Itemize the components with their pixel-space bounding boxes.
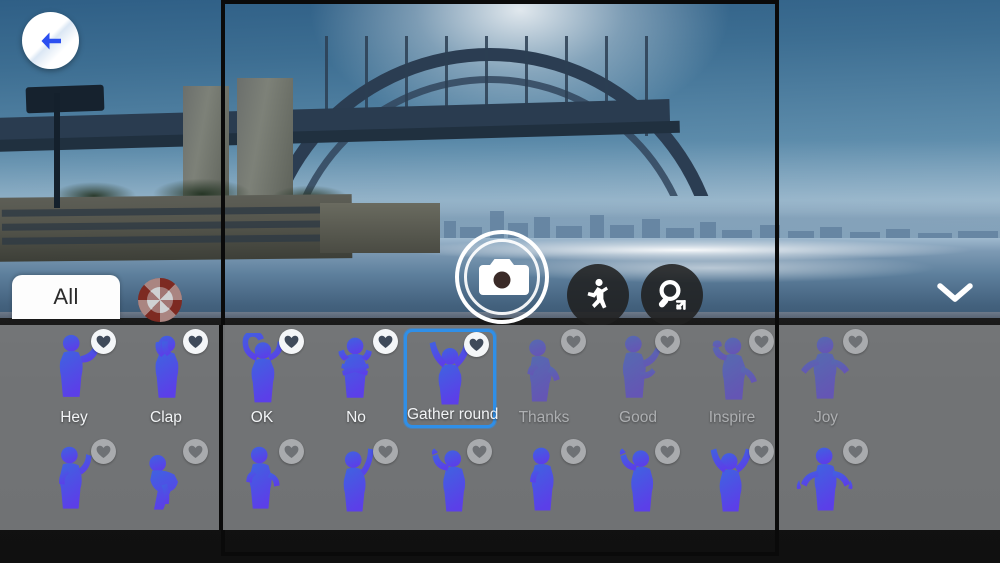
category-tabbar: All xyxy=(0,275,1000,325)
heart-icon xyxy=(378,335,393,348)
emote-item[interactable] xyxy=(592,439,684,530)
heart-icon xyxy=(472,445,487,458)
tab-all[interactable]: All xyxy=(12,275,120,319)
street-lamp-head xyxy=(25,84,105,114)
emote-item[interactable] xyxy=(686,439,778,530)
heart-icon xyxy=(660,445,675,458)
heart-icon xyxy=(284,445,299,458)
camera-viewfinder-screen: All Hey Clap OK No Gather round Thanks Good Ins… xyxy=(0,0,1000,563)
wharf-building xyxy=(0,194,353,262)
emote-item[interactable] xyxy=(498,439,590,530)
heart-icon xyxy=(96,445,111,458)
emote-label: Hey xyxy=(60,409,88,426)
favorite-heart-button[interactable] xyxy=(655,329,680,354)
emote-item-hey[interactable]: Hey xyxy=(28,329,120,428)
emote-item[interactable] xyxy=(404,439,496,530)
emote-label: Gather round xyxy=(407,406,499,423)
tab-all-label: All xyxy=(53,284,79,309)
emote-label: Joy xyxy=(813,409,839,426)
emote-item-inspire[interactable]: Inspire xyxy=(686,329,778,428)
favorite-heart-button[interactable] xyxy=(91,329,116,354)
heart-icon xyxy=(96,335,111,348)
back-button[interactable] xyxy=(22,12,79,69)
wharf-building-right xyxy=(320,203,440,253)
favorite-heart-button[interactable] xyxy=(749,329,774,354)
emote-label: Clap xyxy=(150,409,182,426)
emote-item-good[interactable]: Good xyxy=(592,329,684,428)
heart-icon xyxy=(660,335,675,348)
favorite-heart-button[interactable] xyxy=(561,329,586,354)
arrow-left-icon xyxy=(41,32,61,49)
heart-icon xyxy=(848,445,863,458)
emote-item[interactable] xyxy=(120,439,212,530)
favorite-heart-button[interactable] xyxy=(279,439,304,464)
favorite-heart-button[interactable] xyxy=(183,439,208,464)
emote-item-gather-round[interactable]: Gather round xyxy=(404,329,499,428)
emote-label: Good xyxy=(619,409,657,426)
emote-item[interactable] xyxy=(310,439,402,530)
heart-icon xyxy=(284,335,299,348)
favorite-heart-button[interactable] xyxy=(655,439,680,464)
emote-label: OK xyxy=(250,409,274,426)
emote-item[interactable] xyxy=(216,439,308,530)
emote-item-ok[interactable]: OK xyxy=(216,329,308,428)
favorite-heart-button[interactable] xyxy=(279,329,304,354)
favorite-heart-button[interactable] xyxy=(464,332,489,357)
emote-item-thanks[interactable]: Thanks xyxy=(498,329,590,428)
emote-label: Thanks xyxy=(518,409,570,426)
heart-icon xyxy=(469,338,484,351)
favorite-heart-button[interactable] xyxy=(373,439,398,464)
favorite-heart-button[interactable] xyxy=(843,439,868,464)
heart-icon xyxy=(566,445,581,458)
emote-item-joy[interactable]: Joy xyxy=(780,329,872,428)
heart-icon xyxy=(754,445,769,458)
panel-frame-line-right xyxy=(775,325,779,530)
favorite-heart-button[interactable] xyxy=(749,439,774,464)
emote-panel[interactable]: Hey Clap OK No Gather round Thanks Good Inspire… xyxy=(0,325,1000,530)
panel-frame-line-left xyxy=(219,325,223,530)
heart-icon xyxy=(754,335,769,348)
favorite-heart-button[interactable] xyxy=(183,329,208,354)
heart-icon xyxy=(188,445,203,458)
emote-label: Inspire xyxy=(708,409,756,426)
emote-row-2 xyxy=(0,435,1000,530)
emote-row-1: Hey Clap OK No Gather round Thanks Good Inspire… xyxy=(0,325,1000,428)
favorite-heart-button[interactable] xyxy=(843,329,868,354)
favorite-heart-button[interactable] xyxy=(467,439,492,464)
emote-item[interactable] xyxy=(28,439,120,530)
emote-item-clap[interactable]: Clap xyxy=(120,329,212,428)
heart-icon xyxy=(566,335,581,348)
emote-label: No xyxy=(346,409,366,426)
favorite-heart-button[interactable] xyxy=(91,439,116,464)
emote-item[interactable] xyxy=(780,439,872,530)
favorite-heart-button[interactable] xyxy=(561,439,586,464)
favorite-heart-button[interactable] xyxy=(373,329,398,354)
street-lamp-post xyxy=(54,93,60,208)
emote-item-no[interactable]: No xyxy=(310,329,402,428)
heart-icon xyxy=(188,335,203,348)
heart-icon xyxy=(378,445,393,458)
heart-icon xyxy=(848,335,863,348)
